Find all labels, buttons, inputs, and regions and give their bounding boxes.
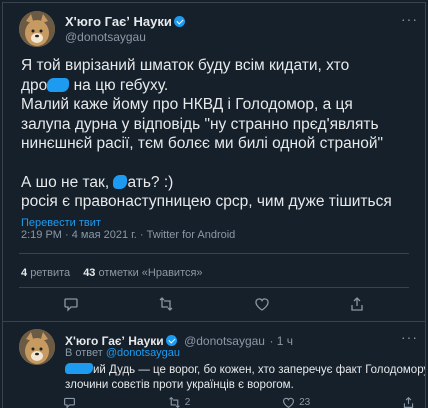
tweet-stats: 4 ретвита 43 отметки «Нравится» — [21, 267, 203, 279]
reply-retweet-count: 2 — [184, 397, 191, 408]
in-reply-handle[interactable]: @donotsaygau — [106, 347, 180, 359]
tweet-line-7-post: ать? :) — [127, 173, 174, 191]
reply-reply-button[interactable] — [63, 396, 76, 408]
retweet-icon[interactable] — [156, 294, 176, 314]
reply-line-1-text: ий Дудь — це ворог, бо кожен, хто запере… — [93, 364, 426, 376]
reply-author-handle[interactable]: @donotsaygau — [184, 334, 265, 348]
tweet-body: Я той вирізаний шматок буду всім кидати,… — [21, 56, 421, 233]
reply-like-count: 23 — [299, 397, 311, 408]
redaction-scribble — [47, 77, 70, 92]
divider — [19, 253, 409, 254]
tweet-line-3: Малий каже йому про НКВД і Голодомор, а … — [21, 96, 353, 113]
reply-action-bar: 2 23 — [63, 396, 415, 408]
reply-author-avatar[interactable] — [19, 329, 55, 365]
tweet-line-2-post: на цю гебуху. — [69, 76, 169, 94]
divider — [19, 287, 409, 288]
likes-count[interactable]: 43 — [83, 267, 95, 279]
reply-author-name[interactable]: Х'юго Гаєʼ Науки — [65, 334, 164, 348]
retweet-icon[interactable] — [168, 396, 181, 408]
tweet-line-2: дро на цю гебуху. — [21, 76, 421, 96]
tweet-line-7-pre: А шо не так, — [21, 173, 114, 191]
reply-like-button[interactable]: 23 — [282, 396, 310, 408]
tweet-frame: Х'юго Гаєʼ Науки @donotsaygau ··· Я той … — [2, 2, 426, 408]
tweet-line-4: залупа дурна у відповідь "ну странно прє… — [21, 115, 379, 133]
reply-share-button[interactable] — [402, 396, 415, 408]
author-avatar[interactable] — [19, 11, 55, 47]
tweet-line-1: Я той вирізаний шматок буду всім кидати,… — [21, 57, 350, 74]
tweet-line-2-pre: дро — [21, 76, 48, 94]
redaction-scribble — [113, 174, 128, 189]
reply-line-1: ий Дудь — це ворог, бо кожен, хто запере… — [65, 363, 425, 378]
likes-label[interactable]: отметки «Нравится» — [99, 267, 203, 279]
tweet-timestamp[interactable]: 2:19 PM · 4 мая 2021 г. · Twitter for An… — [21, 229, 235, 241]
author-handle[interactable]: @donotsaygau — [65, 30, 146, 44]
reply-time[interactable]: · 1 ч — [269, 334, 293, 348]
verified-icon — [173, 16, 185, 27]
reply-body: ий Дудь — це ворог, бо кожен, хто запере… — [65, 363, 425, 393]
in-reply-to: В ответ @donotsaygau — [65, 347, 180, 359]
like-icon[interactable] — [252, 294, 272, 314]
tweet-line-5: нинєшнєй расії, тєм болєє ми билі одной … — [21, 135, 384, 152]
more-icon[interactable]: ··· — [401, 11, 418, 27]
retweets-count[interactable]: 4 — [21, 267, 27, 279]
author-name[interactable]: Х'юго Гаєʼ Науки — [65, 14, 185, 29]
redaction-scribble — [65, 363, 93, 374]
reply-retweet-button[interactable]: 2 — [168, 396, 191, 408]
in-reply-prefix: В ответ — [65, 347, 106, 359]
tweet-line-8: росія є правонаступницею срср, чим дуже … — [21, 193, 392, 210]
tweet-action-bar — [3, 293, 425, 315]
reply-icon[interactable] — [63, 396, 76, 408]
reply-line-2: злочини совєтів проти українців є ворого… — [65, 379, 294, 391]
author-name-text[interactable]: Х'юго Гаєʼ Науки — [65, 14, 172, 29]
retweets-label[interactable]: ретвита — [30, 267, 70, 279]
tweet-line-7: А шо не так, ать? :) — [21, 173, 421, 193]
reply-icon[interactable] — [61, 294, 81, 314]
share-icon[interactable] — [347, 294, 367, 314]
like-icon[interactable] — [282, 396, 295, 408]
reply-more-icon[interactable]: ··· — [401, 329, 418, 345]
divider — [3, 321, 425, 322]
verified-icon — [165, 335, 177, 346]
share-icon[interactable] — [402, 396, 415, 408]
